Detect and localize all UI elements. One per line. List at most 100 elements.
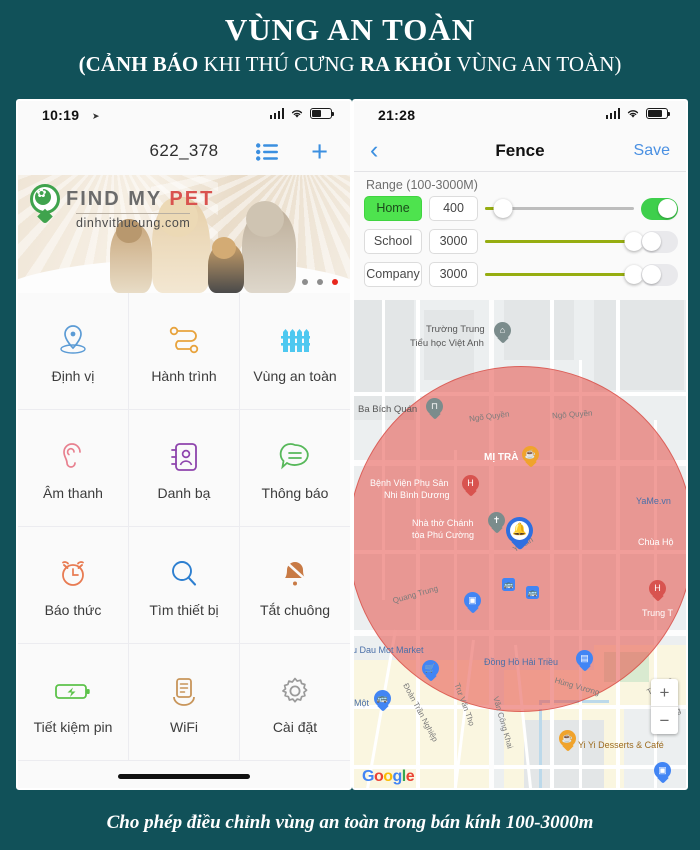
church-pin-icon[interactable]: ✝	[488, 512, 505, 535]
map-zoom-controls[interactable]: + −	[651, 679, 678, 734]
brand-name: FIND MY PET	[66, 188, 214, 211]
school-pin-icon[interactable]: ⌂	[494, 322, 511, 345]
map-label: MỊ TRÀ	[484, 452, 519, 463]
fence-radius-input[interactable]: 3000	[429, 262, 478, 287]
feature-label: Định vị	[51, 368, 95, 384]
bell-pin-marker[interactable]: 🔔	[506, 517, 533, 552]
feature-row-2: Âm thanh Danh bạ Thông báo	[18, 410, 350, 527]
bus-pin-icon[interactable]: 🚌	[374, 690, 391, 713]
bus-stop-icon[interactable]: 🚌	[502, 578, 515, 591]
hospital-pin-icon[interactable]: H	[462, 475, 479, 498]
router-icon	[169, 669, 199, 713]
fence-name-button[interactable]: Home	[364, 196, 422, 221]
feature-danh-ba[interactable]: Danh bạ	[129, 410, 240, 526]
feature-label: Vùng an toàn	[253, 368, 337, 384]
fence-radius-input[interactable]: 3000	[429, 229, 478, 254]
restaurant-pin-icon[interactable]: ⊓	[426, 398, 443, 421]
subtitle-light-1: KHI THÚ CƯNG	[198, 52, 360, 76]
map-label: Chùa Hộ	[638, 537, 674, 547]
status-icons	[605, 108, 671, 119]
feature-bao-thuc[interactable]: Báo thức	[18, 527, 129, 643]
wifi-icon	[627, 110, 639, 118]
poi-pin-icon[interactable]: ▣	[654, 762, 671, 785]
map-label: Trường Trung	[426, 324, 485, 335]
dessert-pin-icon[interactable]: ☕	[559, 730, 576, 753]
paw-pin-logo-icon	[30, 184, 60, 224]
fence-enable-toggle[interactable]	[641, 230, 678, 253]
carousel-dots[interactable]	[302, 279, 338, 285]
feature-row-3: Báo thức Tìm thiết bị Tắt chuông	[18, 527, 350, 644]
location-arrow-icon: ➤	[92, 111, 100, 121]
fence-enable-toggle[interactable]	[641, 263, 678, 286]
home-indicator	[18, 761, 350, 788]
battery-saver-icon	[54, 669, 92, 713]
feature-label: Âm thanh	[43, 485, 103, 501]
map-label: Nhà thờ Chánh	[412, 518, 474, 528]
feature-am-thanh[interactable]: Âm thanh	[18, 410, 129, 526]
fence-map[interactable]: Trường Trung Tiểu học Việt Anh ⌂ Ba Bích…	[354, 300, 686, 788]
route-icon	[167, 318, 201, 362]
fence-radius-slider[interactable]	[485, 230, 644, 253]
range-label: Range (100-3000M)	[354, 172, 686, 195]
hospital-pin-icon-2[interactable]: H	[649, 580, 666, 603]
store-pin-icon[interactable]: ▣	[464, 592, 481, 615]
feature-tim-thiet-bi[interactable]: Tìm thiết bị	[129, 527, 240, 643]
right-phone-screen: 21:28 ‹ Fence Save Range (100-3000M) Hom…	[352, 99, 688, 790]
dog-head-4	[246, 201, 284, 237]
gear-icon	[279, 669, 311, 713]
google-logo: Google	[362, 768, 415, 785]
contacts-icon	[169, 435, 199, 479]
feature-thong-bao[interactable]: Thông báo	[240, 410, 350, 526]
feature-grid: Định vị Hành trình Vùng an toàn Âm thanh…	[18, 293, 350, 761]
status-icons	[269, 108, 335, 119]
carousel-dot-3-active[interactable]	[332, 279, 338, 285]
fence-radius-input[interactable]: 400	[429, 196, 478, 221]
fence-radius-slider[interactable]	[485, 197, 634, 220]
save-button[interactable]: Save	[634, 142, 670, 160]
feature-vung-an-toan[interactable]: Vùng an toàn	[240, 293, 350, 409]
list-icon[interactable]	[256, 143, 278, 166]
feature-label: WiFi	[170, 719, 198, 735]
feature-tiet-kiem-pin[interactable]: Tiết kiệm pin	[18, 644, 129, 760]
feature-hanh-trinh[interactable]: Hành trình	[129, 293, 240, 409]
feature-label: Hành trình	[151, 368, 217, 384]
market-pin-icon[interactable]: 🛒	[422, 660, 439, 683]
map-label: Đồng Hồ Hải Triều	[484, 657, 559, 667]
map-label: u Dau Mot Market	[354, 645, 424, 655]
chat-bubble-icon	[279, 435, 311, 479]
carousel-dot-2[interactable]	[317, 279, 323, 285]
map-label: Trung T	[642, 608, 674, 618]
shop-pin-icon[interactable]: ▤	[576, 650, 593, 673]
feature-label: Báo thức	[44, 602, 102, 618]
zoom-in-button[interactable]: +	[651, 679, 678, 707]
fence-name-button[interactable]: School	[364, 229, 422, 254]
fence-name-button[interactable]: Company	[364, 262, 422, 287]
signal-bars-icon	[605, 108, 620, 119]
search-icon	[169, 552, 199, 596]
zoom-out-button[interactable]: −	[651, 707, 678, 734]
fence-radius-slider[interactable]	[485, 263, 644, 286]
fence-enable-toggle[interactable]	[641, 197, 678, 220]
fence-list: Home 400 School 3000 Company 3000	[354, 195, 686, 300]
map-label: Bệnh Viện Phụ Sản	[370, 478, 449, 488]
feature-row-4: Tiết kiệm pin WiFi Cài đặt	[18, 644, 350, 761]
feature-tat-chuong[interactable]: Tắt chuông	[240, 527, 350, 643]
feature-cai-dat[interactable]: Cài đặt	[240, 644, 350, 760]
feature-wifi[interactable]: WiFi	[129, 644, 240, 760]
page-title-block: VÙNG AN TOÀN (CẢNH BÁO KHI THÚ CƯNG RA K…	[0, 0, 700, 96]
feature-dinh-vi[interactable]: Định vị	[18, 293, 129, 409]
promo-banner[interactable]: FIND MY PET dinhvithucung.com	[18, 175, 350, 293]
status-time: 10:19	[42, 107, 80, 123]
subtitle-light-2: VÙNG AN TOÀN)	[451, 52, 622, 76]
carousel-dot-1[interactable]	[302, 279, 308, 285]
feature-label: Danh bạ	[157, 485, 211, 501]
right-status-bar: 21:28	[354, 101, 686, 131]
map-label: Tiểu học Việt Anh	[410, 338, 484, 349]
alarm-clock-icon	[57, 552, 89, 596]
add-device-button[interactable]: +	[311, 138, 328, 167]
bus-stop-icon-2[interactable]: 🚌	[526, 586, 539, 599]
bell-off-icon	[280, 552, 310, 596]
cafe-pin-icon[interactable]: ☕	[522, 446, 539, 469]
map-label: Nhi Bình Dương	[384, 490, 450, 500]
battery-icon	[310, 108, 335, 119]
